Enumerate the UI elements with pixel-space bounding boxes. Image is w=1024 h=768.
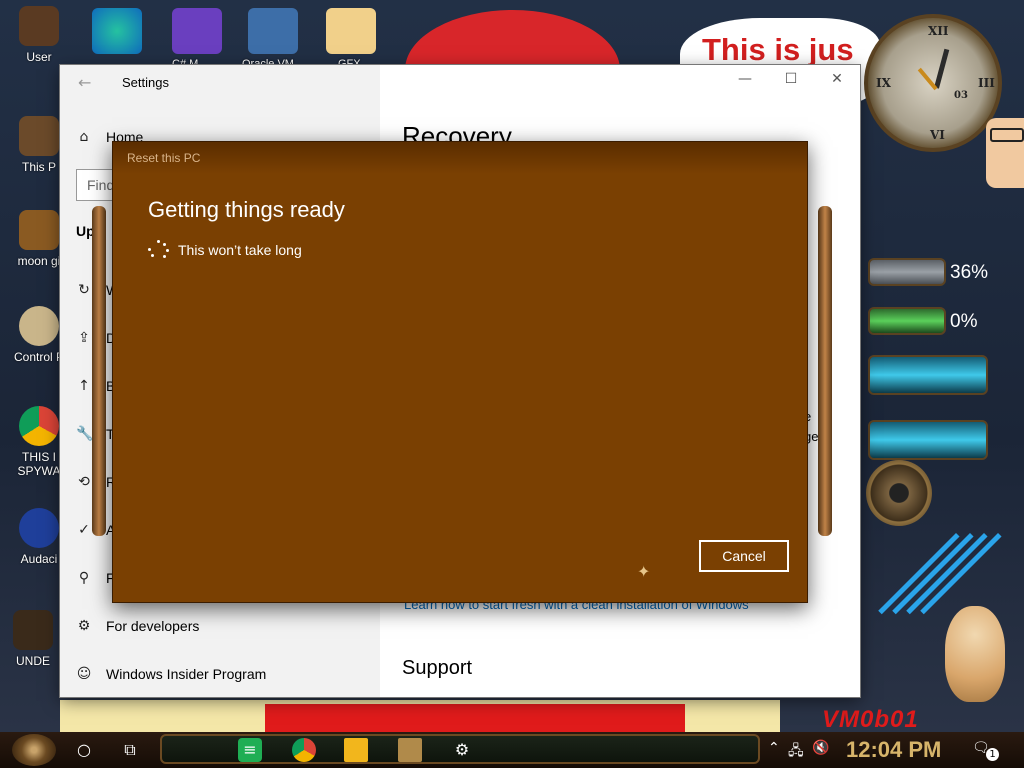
- dialog-title: Reset this PC: [127, 151, 201, 165]
- support-heading: Support: [402, 657, 473, 679]
- user-folder-icon: [19, 6, 59, 46]
- desktop-icon-label: THIS I: [21, 450, 56, 464]
- cancel-button[interactable]: Cancel: [699, 540, 789, 572]
- cpu-meter-label: 36%: [950, 262, 989, 283]
- clock-minute-hand: [917, 67, 938, 91]
- computer-icon: [19, 116, 59, 156]
- vm-watermark: VM0b01: [822, 706, 919, 732]
- dialog-subtext: This won’t take long: [178, 242, 302, 258]
- wallpaper-red-band: [265, 704, 685, 732]
- find-device-icon: ⚲: [78, 570, 90, 586]
- settings-titlebar: ← Settings — ☐ ✕: [60, 65, 860, 99]
- clock-hour-hand: [934, 48, 950, 89]
- pipe-decoration: [818, 206, 832, 536]
- steampunk-clock-widget: XII III VI IX 03: [864, 14, 1002, 152]
- settings-title: Settings: [122, 75, 169, 90]
- dialog-titlebar: Reset this PC: [113, 142, 807, 174]
- back-arrow-icon[interactable]: ←: [78, 73, 91, 92]
- memory-meter-label: 0%: [950, 311, 978, 332]
- app-icon[interactable]: [398, 738, 422, 762]
- desktop-icon-label: User: [26, 50, 52, 64]
- sidebar-item-for-developers[interactable]: ⚙ For developers: [76, 612, 200, 640]
- desktop-icon-label: Control P: [13, 350, 65, 364]
- taskbar: ○ ⧉ ≡ ⚙ ⌃ 🖧 🔇 12:04 PM 🗨 1: [0, 732, 1024, 768]
- desktop-icon-label: UNDE: [15, 654, 50, 668]
- hamster-decoration: [945, 606, 1005, 702]
- audacity-icon: [19, 508, 59, 548]
- desktop-icon-unde[interactable]: UNDE: [0, 610, 66, 668]
- notes-icon[interactable]: ≡: [238, 738, 262, 762]
- mouse-cursor-icon: ✦: [637, 562, 651, 581]
- file-explorer-icon[interactable]: [344, 738, 368, 762]
- desktop-icon-label: moon gi: [17, 254, 61, 268]
- sidebar-item-windows-insider[interactable]: ☺ Windows Insider Program: [76, 660, 267, 688]
- minimize-button[interactable]: —: [730, 71, 760, 93]
- banner-text: This is jus: [702, 32, 854, 67]
- maximize-button[interactable]: ☐: [776, 71, 806, 93]
- memory-meter-tube: [868, 307, 946, 335]
- desktop-icon-label: Audaci: [20, 552, 58, 566]
- reset-pc-dialog: Reset this PC Getting things ready This …: [112, 141, 808, 603]
- chrome-icon[interactable]: [292, 738, 316, 762]
- refresh-icon: ↻: [78, 282, 90, 298]
- visual-studio-icon[interactable]: [172, 8, 222, 54]
- sidebar-item-find-device[interactable]: ⚲ F: [76, 564, 115, 592]
- developers-icon: ⚙: [77, 618, 91, 634]
- recovery-icon: ⟲: [78, 474, 90, 490]
- moon-app-icon: [19, 210, 59, 250]
- volume-muted-icon[interactable]: 🔇: [812, 740, 829, 756]
- taskbar-clock[interactable]: 12:04 PM: [846, 737, 941, 763]
- chrome-icon: [19, 406, 59, 446]
- gauge-tube: [868, 355, 988, 395]
- desktop-icon-label: This P: [21, 160, 56, 174]
- virtualbox-icon[interactable]: [248, 8, 298, 54]
- dialog-heading: Getting things ready: [148, 197, 345, 222]
- clock-numeral: III: [978, 76, 995, 90]
- clock-numeral: IX: [876, 76, 891, 90]
- cpu-meter-tube: [868, 258, 946, 286]
- edge-icon[interactable]: [92, 8, 142, 54]
- home-icon: ⌂: [79, 129, 89, 145]
- hxd-icon[interactable]: [326, 8, 376, 54]
- folder-icon: [13, 610, 53, 650]
- loading-spinner-icon: [148, 240, 170, 260]
- chevron-up-icon[interactable]: ⌃: [768, 740, 780, 756]
- blue-rods-decoration: [878, 520, 1002, 620]
- notification-badge: 1: [986, 748, 999, 761]
- clock-date: 03: [954, 90, 968, 101]
- insider-icon: ☺: [76, 666, 92, 682]
- settings-gear-icon[interactable]: ⚙: [450, 738, 474, 762]
- sidebar-item-label: Windows Insider Program: [106, 666, 267, 682]
- pipe-decoration: [92, 206, 106, 536]
- search-placeholder: Find: [87, 177, 115, 193]
- lightbulb-icon: [19, 306, 59, 346]
- clock-numeral: VI: [930, 128, 945, 142]
- sidebar-item-label: For developers: [106, 618, 200, 634]
- troubleshoot-icon: 🔧: [76, 426, 94, 442]
- clock-numeral: XII: [928, 24, 949, 38]
- gauge-tube: [868, 420, 988, 460]
- backup-icon: ↑: [78, 378, 90, 394]
- start-button[interactable]: [12, 734, 56, 766]
- desktop-icon-label: SPYWA: [17, 464, 61, 478]
- desktop-icon-user[interactable]: User: [6, 6, 72, 64]
- gear-decoration: [866, 460, 932, 526]
- search-circle-icon[interactable]: ○: [72, 738, 96, 762]
- cartoon-face-decoration: [986, 118, 1024, 188]
- network-icon[interactable]: 🖧: [788, 740, 804, 764]
- delivery-icon: ⇪: [78, 330, 90, 346]
- task-view-icon[interactable]: ⧉: [118, 738, 142, 762]
- close-button[interactable]: ✕: [822, 71, 852, 93]
- activation-icon: ✓: [78, 522, 90, 538]
